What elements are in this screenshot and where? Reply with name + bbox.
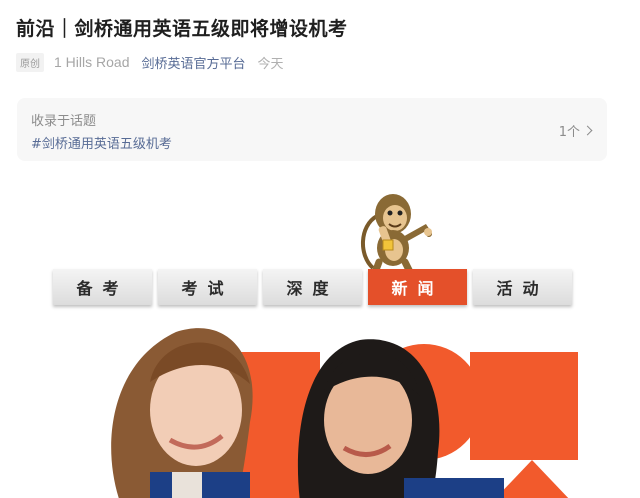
topic-count: 1个 <box>558 121 593 140</box>
nav-tab-news: 新闻 <box>368 269 467 305</box>
nav-tab-prep: 备考 <box>53 269 152 305</box>
monkey-mascot-icon <box>360 194 432 282</box>
publish-date: 今天 <box>257 56 284 72</box>
nav-tab-label: 活动 <box>496 279 549 298</box>
author-name: 1 Hills Road <box>54 54 130 70</box>
nav-tab-label: 深度 <box>286 279 339 298</box>
chevron-right-icon <box>582 125 593 136</box>
account-name-link[interactable]: 剑桥英语官方平台 <box>141 53 245 72</box>
students-photo <box>111 328 504 498</box>
article-meta: 原创 1 Hills Road 剑桥英语官方平台 今天 <box>16 52 284 72</box>
topic-card[interactable]: 收录于话题 #剑桥通用英语五级机考 1个 <box>17 98 607 161</box>
topic-count-text: 1个 <box>558 125 580 140</box>
article-banner-image: 备考 考试 深度 新闻 活动 <box>0 172 640 498</box>
nav-tab-label: 新闻 <box>391 279 444 298</box>
article-title: 前沿｜剑桥通用英语五级即将增设机考 <box>16 18 348 40</box>
nav-tab-label: 备考 <box>76 279 129 298</box>
topic-tag-link[interactable]: #剑桥通用英语五级机考 <box>31 133 172 152</box>
original-badge: 原创 <box>16 52 44 72</box>
nav-tab-exam: 考试 <box>158 269 257 305</box>
nav-tab-events: 活动 <box>473 269 572 305</box>
nav-tab-depth: 深度 <box>263 269 362 305</box>
topic-label: 收录于话题 <box>31 114 97 129</box>
banner-nav: 备考 考试 深度 新闻 活动 <box>0 269 640 307</box>
nav-tab-label: 考试 <box>181 279 234 298</box>
